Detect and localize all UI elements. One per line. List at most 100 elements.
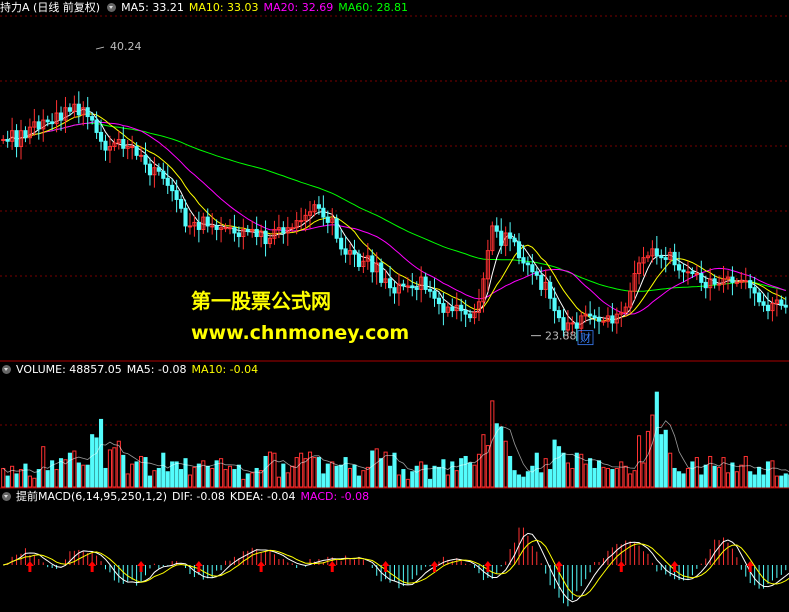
stock-chart-window[interactable]: 40.24 23.88 财 持力A (日线 前复权) MA5: 33.21 MA10: … <box>0 0 789 612</box>
volume-bar <box>183 458 188 488</box>
vol-ma5-label: MA5: -0.08 <box>126 363 187 376</box>
dropdown-icon[interactable] <box>107 3 117 12</box>
volume-bar <box>463 455 468 488</box>
volume-bar <box>32 477 37 488</box>
candle <box>143 154 148 165</box>
buy-arrow-icon <box>483 561 492 572</box>
dropdown-icon[interactable] <box>2 492 11 501</box>
volume-bar <box>267 451 273 488</box>
dif-line <box>3 532 789 603</box>
candle <box>659 255 664 259</box>
volume-bar <box>548 469 553 488</box>
candle <box>90 116 95 121</box>
candle <box>299 220 304 223</box>
volume-bar <box>632 470 637 488</box>
ma60-label: MA60: 28.81 <box>338 1 408 14</box>
candle <box>1 138 6 141</box>
candle <box>316 204 321 209</box>
volume-bar <box>681 473 686 488</box>
candle <box>539 274 544 290</box>
volume-bar <box>574 452 579 488</box>
candle <box>441 303 446 313</box>
candle <box>147 163 153 176</box>
volume-bar <box>236 464 241 488</box>
volume-bar <box>654 391 659 488</box>
volume-bar <box>303 458 308 488</box>
volume-bar <box>98 418 104 488</box>
volume-bar <box>783 473 788 488</box>
candle <box>783 304 788 308</box>
vol-ma10-label: MA10: -0.04 <box>191 363 259 376</box>
candle <box>392 287 397 294</box>
volume-bar <box>27 475 32 488</box>
candle <box>743 280 748 283</box>
candle <box>94 119 99 133</box>
volume-bar <box>352 464 357 488</box>
volume-bar <box>552 439 557 488</box>
candle <box>227 227 233 230</box>
watermark-title: 第一股票公式网 <box>191 289 331 313</box>
candle <box>281 227 286 234</box>
volume-bar <box>583 463 588 488</box>
volume-bar <box>347 467 353 488</box>
volume-panel-header: VOLUME: 48857.05 MA5: -0.08 MA10: -0.04 <box>0 362 263 378</box>
candle <box>387 278 393 289</box>
candle <box>134 146 139 156</box>
volume-bar <box>14 473 19 488</box>
volume-bar <box>112 447 117 488</box>
candle <box>5 138 10 142</box>
volume-bar <box>294 457 299 488</box>
watermark-url: www.chnmoney.com <box>191 322 410 344</box>
volume-bar <box>90 434 95 488</box>
volume-bar <box>734 471 739 488</box>
candle <box>432 290 437 299</box>
candle <box>663 257 668 260</box>
volume-bar <box>156 467 161 488</box>
candle <box>170 184 175 192</box>
volume-bar <box>739 464 744 488</box>
volume-bar <box>765 461 771 488</box>
ma60-line <box>3 122 786 292</box>
buy-arrow-icon <box>88 561 97 572</box>
macd-indicator-label: 提前MACD(6,14,95,250,1,2) <box>16 490 168 503</box>
volume-bar <box>81 464 86 488</box>
main-panel-header: 持力A (日线 前复权) MA5: 33.21 MA10: 33.03 MA20: 3… <box>0 0 413 16</box>
chart-canvas[interactable]: 40.24 23.88 财 <box>0 0 789 612</box>
volume-bar <box>370 450 375 488</box>
volume-bar <box>201 460 206 488</box>
candle <box>734 281 739 284</box>
candle <box>98 131 104 142</box>
volume-bar <box>556 446 562 488</box>
volume-bar <box>134 461 139 488</box>
high-pointer <box>95 46 105 50</box>
candle <box>610 315 615 324</box>
volume-bar <box>717 466 722 488</box>
volume-bar <box>192 466 197 488</box>
volume-bar <box>54 469 59 488</box>
volume-bar <box>690 461 695 488</box>
volume-bar <box>58 458 64 488</box>
candle <box>214 225 219 230</box>
candle <box>23 130 28 139</box>
candle <box>717 283 722 286</box>
volume-bar <box>5 475 10 488</box>
volume-bar <box>752 474 757 488</box>
volume-bar <box>503 440 508 488</box>
volume-bar <box>316 457 321 488</box>
candle <box>512 237 517 243</box>
candle <box>654 248 659 257</box>
volume-bar <box>730 462 735 488</box>
buy-arrow-icon <box>25 561 34 572</box>
volume-bar <box>725 472 731 488</box>
volume-bar <box>1 467 6 488</box>
volume-bar <box>774 475 779 488</box>
candle <box>525 262 530 266</box>
dropdown-icon[interactable] <box>2 365 11 374</box>
buy-arrow-icon <box>381 561 390 572</box>
volume-bar <box>299 452 304 488</box>
candle <box>401 283 406 287</box>
candle <box>574 322 579 329</box>
volume-bar <box>672 467 677 488</box>
volume-bar <box>401 469 406 488</box>
volume-bar <box>103 467 108 488</box>
